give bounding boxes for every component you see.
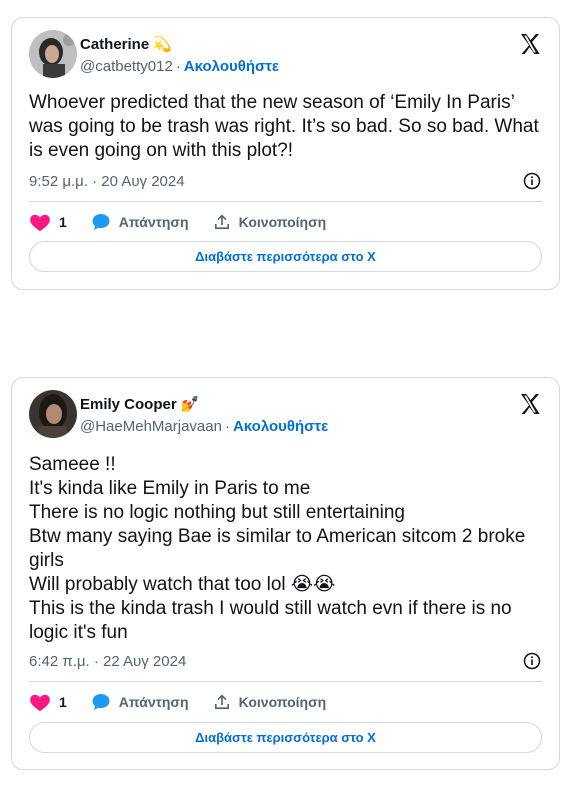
share-upload-icon (214, 214, 229, 229)
follow-link[interactable]: Ακολουθήστε (233, 418, 328, 435)
reply-button[interactable]: Απάντηση (91, 212, 189, 232)
read-more-button[interactable]: Διαβάστε περισσότερα στο X (29, 241, 542, 272)
name-emoji: 💅 (180, 396, 200, 413)
separator-dot: · (175, 58, 181, 75)
handle-row: @catbetty012 · Ακολουθήστε (80, 58, 279, 75)
name-emoji: 💫 (153, 36, 172, 53)
tweet-text: Sameee !! It's kinda like Emily in Paris… (29, 454, 526, 643)
share-button[interactable]: Κοινοποίηση (213, 213, 327, 231)
reply-label: Απάντηση (118, 214, 189, 230)
reply-bubble-icon (92, 694, 110, 710)
like-count: 1 (59, 694, 67, 710)
heart-icon (30, 694, 50, 712)
heart-icon (30, 214, 50, 232)
info-icon[interactable] (523, 652, 541, 670)
action-bar: 1 Απάντηση Κοινοποίηση (29, 692, 350, 712)
share-button[interactable]: Κοινοποίηση (213, 693, 327, 711)
like-button[interactable]: 1 (29, 212, 67, 232)
x-logo-icon[interactable] (518, 32, 542, 56)
like-count: 1 (59, 214, 67, 230)
share-upload-icon (214, 694, 229, 709)
reply-bubble-icon (92, 214, 110, 230)
tweet-timestamp[interactable]: 6:42 π.μ. · 22 Αυγ 2024 (29, 653, 186, 670)
action-bar: 1 Απάντηση Κοινοποίηση (29, 212, 350, 232)
tweet-card: Catherine 💫 @catbetty012 · Ακολουθήστε Who… (11, 17, 560, 290)
x-logo-icon[interactable] (518, 392, 542, 416)
info-icon[interactable] (523, 172, 541, 190)
tweet-text: Whoever predicted that the new season of… (29, 92, 539, 161)
author-name-row: Catherine 💫 (80, 36, 172, 53)
follow-link[interactable]: Ακολουθήστε (184, 58, 279, 75)
author-handle[interactable]: @HaeMehMarjavaan (80, 418, 222, 435)
tweet-card: Emily Cooper 💅 @HaeMehMarjavaan · Ακολουθή… (11, 377, 560, 770)
handle-row: @HaeMehMarjavaan · Ακολουθήστε (80, 418, 328, 435)
author-name[interactable]: Catherine (80, 36, 149, 53)
author-name-row: Emily Cooper 💅 (80, 396, 199, 413)
tweet-timestamp[interactable]: 9:52 μ.μ. · 20 Αυγ 2024 (29, 173, 185, 190)
divider (29, 201, 542, 202)
read-more-button[interactable]: Διαβάστε περισσότερα στο X (29, 722, 542, 753)
share-label: Κοινοποίηση (238, 214, 327, 230)
author-name[interactable]: Emily Cooper (80, 396, 177, 413)
separator-dot: · (224, 418, 230, 435)
reply-label: Απάντηση (118, 694, 189, 710)
author-handle[interactable]: @catbetty012 (80, 58, 173, 75)
reply-button[interactable]: Απάντηση (91, 692, 189, 712)
like-button[interactable]: 1 (29, 692, 67, 712)
divider (29, 681, 542, 682)
avatar[interactable] (29, 30, 77, 78)
avatar[interactable] (29, 390, 77, 438)
share-label: Κοινοποίηση (238, 694, 327, 710)
